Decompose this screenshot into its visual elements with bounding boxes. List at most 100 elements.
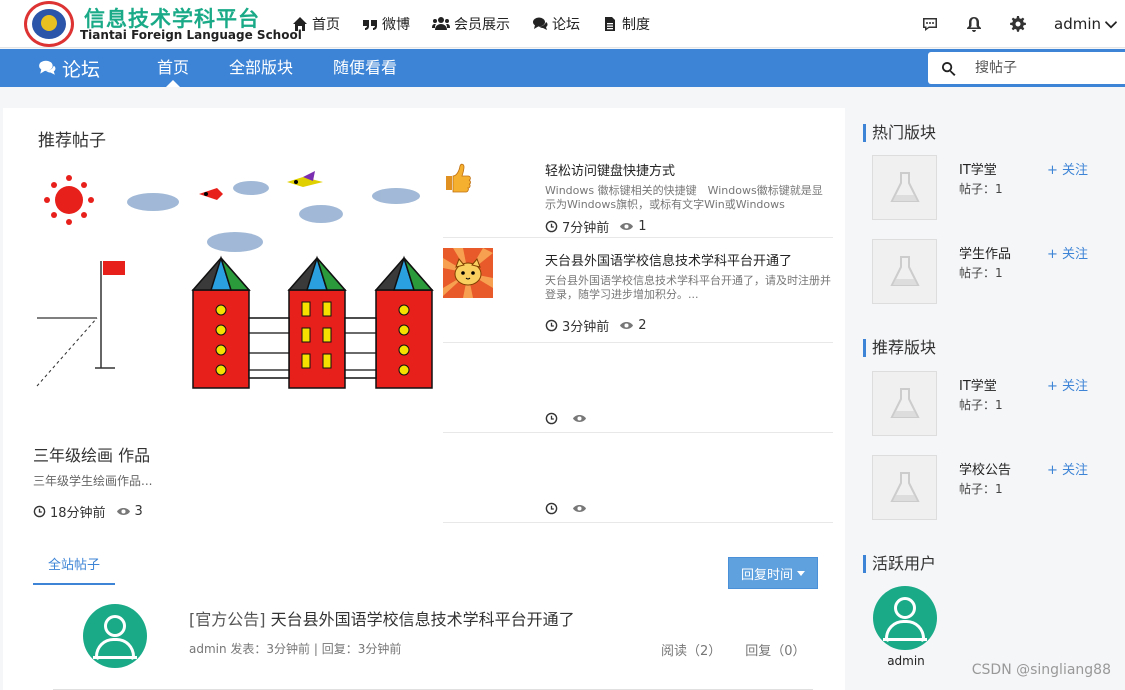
tab-all-forums[interactable]: 全部版块 bbox=[229, 49, 293, 87]
forum-post-count: 帖子：1 bbox=[959, 482, 1003, 496]
search-box bbox=[928, 52, 1125, 84]
thread-reads: 阅读（2） bbox=[661, 644, 722, 659]
featured-post-desc: 三年级学生绘画作品... bbox=[33, 474, 153, 488]
post-views: 3 bbox=[134, 504, 143, 519]
hot-forums-title: 热门版块 bbox=[863, 124, 936, 142]
main-panel: 推荐帖子 三年级绘画 作品 三年级学生绘画作品... 18分钟前 3 轻松访问键… bbox=[3, 108, 845, 690]
post-views: 2 bbox=[638, 318, 647, 333]
caret-down-icon bbox=[797, 570, 805, 576]
forum-name[interactable]: 学生作品 bbox=[959, 243, 1011, 262]
username: admin bbox=[1054, 15, 1101, 33]
list-item[interactable] bbox=[443, 433, 833, 523]
eye-icon bbox=[573, 505, 586, 512]
follow-button[interactable]: + 关注 bbox=[1047, 243, 1088, 262]
post-time: 3分钟前 bbox=[562, 320, 610, 335]
search-icon[interactable] bbox=[941, 61, 956, 76]
menu-item-weibo[interactable]: 微博 bbox=[362, 14, 410, 34]
tab-random[interactable]: 随便看看 bbox=[333, 49, 397, 87]
thread-title-text: 天台县外国语学校信息技术学科平台开通了 bbox=[270, 610, 575, 629]
avatar[interactable] bbox=[873, 586, 937, 650]
gear-icon[interactable] bbox=[1010, 16, 1026, 32]
flask-icon bbox=[889, 255, 920, 286]
thread-title[interactable]: [官方公告] 天台县外国语学校信息技术学科平台开通了 bbox=[189, 606, 575, 630]
forum-post-count: 帖子：1 bbox=[959, 182, 1003, 196]
post-title[interactable]: 天台县外国语学校信息技术学科平台开通了 bbox=[545, 250, 792, 269]
menu-item-forum[interactable]: 论坛 bbox=[532, 14, 580, 34]
recommended-posts-title: 推荐帖子 bbox=[38, 131, 106, 151]
menu-label: 论坛 bbox=[552, 17, 580, 33]
eye-icon bbox=[620, 322, 634, 329]
logo-subtitle: Tiantai Foreign Language School bbox=[80, 28, 302, 42]
users-icon bbox=[432, 17, 450, 30]
thread-tag: [官方公告] bbox=[189, 610, 266, 629]
eye-icon bbox=[573, 415, 586, 422]
clock-icon bbox=[545, 319, 558, 332]
follow-button[interactable]: + 关注 bbox=[1047, 159, 1088, 178]
forum-post-count: 帖子：1 bbox=[959, 398, 1003, 412]
featured-post-meta: 18分钟前 3 bbox=[33, 502, 143, 521]
flask-icon bbox=[889, 171, 920, 202]
active-user-name: admin bbox=[887, 654, 925, 668]
tab-all-posts[interactable]: 全站帖子 bbox=[33, 553, 115, 585]
menu-item-rules[interactable]: 制度 bbox=[602, 14, 650, 34]
school-emblem-icon bbox=[24, 1, 74, 47]
thread-replies: 回复（0） bbox=[745, 644, 806, 659]
home-icon bbox=[293, 17, 307, 31]
list-item[interactable] bbox=[443, 343, 833, 433]
menu-label: 首页 bbox=[312, 17, 340, 33]
flask-icon bbox=[889, 471, 920, 502]
flask-icon bbox=[889, 387, 920, 418]
menu-item-members[interactable]: 会员展示 bbox=[432, 14, 510, 34]
watermark: CSDN @singliang88 bbox=[971, 662, 1111, 678]
featured-post-title[interactable]: 三年级绘画 作品 bbox=[33, 442, 150, 466]
forum-name[interactable]: 学校公告 bbox=[959, 459, 1011, 478]
post-views: 1 bbox=[638, 219, 647, 234]
forum-card[interactable]: IT学堂 帖子：1 + 关注 bbox=[872, 371, 1122, 437]
main-menu: 首页 微博 会员展示 论坛 制度 bbox=[292, 0, 650, 48]
avatar[interactable] bbox=[83, 604, 147, 668]
forum-post-count: 帖子：1 bbox=[959, 266, 1003, 280]
thread-info: admin 发表：3分钟前 | 回复：3分钟前 bbox=[189, 642, 402, 656]
bell-icon[interactable] bbox=[966, 16, 982, 32]
forum-name[interactable]: IT学堂 bbox=[959, 375, 997, 394]
list-item[interactable]: 天台县外国语学校信息技术学科平台开通了 天台县外国语学校信息技术学科平台开通了，… bbox=[443, 238, 833, 343]
user-dropdown[interactable]: admin bbox=[1054, 15, 1117, 33]
forum-title[interactable]: 论坛 bbox=[38, 49, 100, 87]
follow-button[interactable]: + 关注 bbox=[1047, 459, 1088, 478]
menu-label: 制度 bbox=[622, 17, 650, 33]
top-navbar: 信息技术学科平台 Tiantai Foreign Language School… bbox=[0, 0, 1125, 48]
thread-tabbar: 全站帖子 回复时间 bbox=[33, 553, 833, 589]
clock-icon bbox=[545, 502, 558, 515]
search-input[interactable] bbox=[975, 60, 1115, 76]
chevron-down-icon bbox=[1105, 21, 1117, 29]
sort-dropdown-button[interactable]: 回复时间 bbox=[728, 557, 818, 589]
comments-icon bbox=[39, 60, 56, 75]
quote-icon bbox=[363, 20, 377, 30]
menu-item-home[interactable]: 首页 bbox=[292, 14, 340, 34]
tab-home[interactable]: 首页 bbox=[157, 49, 189, 87]
thread-stats: 阅读（2） 回复（0） bbox=[661, 640, 806, 659]
sort-label: 回复时间 bbox=[740, 567, 793, 583]
message-icon[interactable] bbox=[922, 16, 938, 32]
active-user[interactable]: admin bbox=[873, 586, 939, 668]
eye-icon bbox=[116, 508, 130, 515]
clock-icon bbox=[33, 505, 46, 518]
follow-button[interactable]: + 关注 bbox=[1047, 375, 1088, 394]
post-title[interactable]: 轻松访问键盘快捷方式 bbox=[545, 160, 675, 179]
featured-drawing-image[interactable] bbox=[31, 158, 441, 408]
thumbs-up-icon bbox=[446, 163, 471, 193]
table-row[interactable]: [官方公告] 天台县外国语学校信息技术学科平台开通了 admin 发表：3分钟前… bbox=[53, 598, 813, 690]
recommended-forums-title: 推荐版块 bbox=[863, 339, 936, 357]
forum-thumbnail bbox=[872, 371, 937, 436]
site-logo[interactable]: 信息技术学科平台 Tiantai Foreign Language School bbox=[24, 0, 302, 48]
forum-thumbnail bbox=[872, 155, 937, 220]
list-item[interactable]: 轻松访问键盘快捷方式 Windows 徽标键相关的快捷键 Windows徽标键就… bbox=[443, 148, 833, 238]
forum-name[interactable]: IT学堂 bbox=[959, 159, 997, 178]
comments-icon bbox=[533, 17, 548, 30]
menu-label: 微博 bbox=[382, 17, 410, 33]
forum-card[interactable]: IT学堂 帖子：1 + 关注 bbox=[872, 155, 1122, 221]
forum-thumbnail bbox=[872, 455, 937, 520]
forum-card[interactable]: 学生作品 帖子：1 + 关注 bbox=[872, 239, 1122, 305]
clock-icon bbox=[545, 412, 558, 425]
forum-card[interactable]: 学校公告 帖子：1 + 关注 bbox=[872, 455, 1122, 521]
